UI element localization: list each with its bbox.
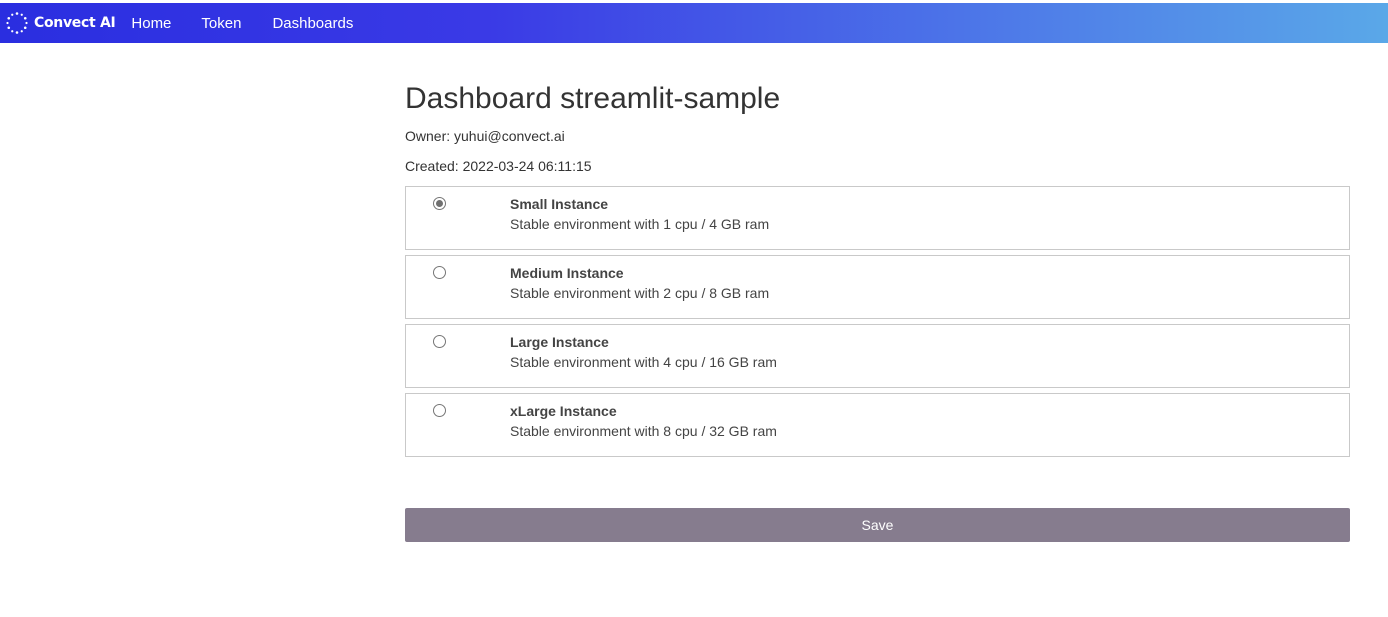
instance-title: Large Instance xyxy=(510,334,609,350)
nav-link-token[interactable]: Token xyxy=(201,15,241,32)
instance-title: xLarge Instance xyxy=(510,403,617,419)
page-title: Dashboard streamlit-sample xyxy=(405,82,781,115)
nav-link-home[interactable]: Home xyxy=(131,15,171,32)
radio-small[interactable] xyxy=(433,197,446,210)
brand[interactable]: Convect AI xyxy=(5,3,116,43)
instance-option-medium[interactable]: Medium Instance Stable environment with … xyxy=(405,255,1350,319)
instance-description: Stable environment with 1 cpu / 4 GB ram xyxy=(510,216,770,232)
brand-name: Convect AI xyxy=(34,15,116,31)
radio-xlarge[interactable] xyxy=(433,404,446,417)
instance-title: Medium Instance xyxy=(510,265,624,281)
instance-description: Stable environment with 4 cpu / 16 GB ra… xyxy=(510,354,777,370)
instance-description: Stable environment with 8 cpu / 32 GB ra… xyxy=(510,423,777,439)
instance-description: Stable environment with 2 cpu / 8 GB ram xyxy=(510,285,770,301)
instance-option-large[interactable]: Large Instance Stable environment with 4… xyxy=(405,324,1350,388)
save-button[interactable]: Save xyxy=(405,508,1350,542)
radio-medium[interactable] xyxy=(433,266,446,279)
instance-title: Small Instance xyxy=(510,196,609,212)
instance-option-xlarge[interactable]: xLarge Instance Stable environment with … xyxy=(405,393,1350,457)
created-text: Created: 2022-03-24 06:11:15 xyxy=(405,158,592,174)
instance-option-small[interactable]: Small Instance Stable environment with 1… xyxy=(405,186,1350,250)
nav-link-dashboards[interactable]: Dashboards xyxy=(272,15,353,32)
owner-text: Owner: yuhui@convect.ai xyxy=(405,128,565,144)
radio-large[interactable] xyxy=(433,335,446,348)
dotted-ring-logo-icon xyxy=(6,12,28,34)
top-navbar: Convect AI Home Token Dashboards xyxy=(0,3,1388,43)
